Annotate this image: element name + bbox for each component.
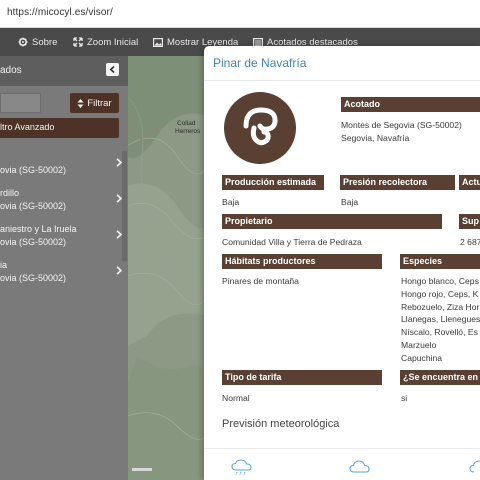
browser-address-bar[interactable]: https://micocyl.es/visor/ bbox=[0, 0, 480, 28]
propietario-header: Propietario bbox=[222, 214, 442, 229]
habitats-header: Hábitats productores bbox=[222, 254, 382, 269]
filter-button[interactable]: Filtrar bbox=[70, 93, 119, 113]
list-item-location: ovia (SG-50002) bbox=[0, 273, 67, 283]
sidebar-title: ados bbox=[0, 65, 22, 76]
expand-icon bbox=[73, 37, 83, 47]
map-view[interactable]: Collad Herreros bbox=[127, 56, 207, 480]
filter-label: Filtrar bbox=[87, 97, 112, 109]
list-item-location: ovia (SG-50002) bbox=[0, 165, 67, 175]
especie-item: Llanegas, Llenegues bbox=[401, 314, 480, 325]
detail-panel: Pinar de Navafría Acotado Montes de Sego… bbox=[204, 46, 480, 480]
especies-header: Especies bbox=[400, 254, 480, 269]
list-item-name: rdillo bbox=[0, 188, 20, 198]
produccion-header: Producción estimada bbox=[222, 175, 324, 190]
especie-item: Hongo rojo, Ceps, K bbox=[401, 288, 479, 299]
sidebar-scrollbar[interactable] bbox=[122, 151, 127, 261]
toolbar-sobre-button[interactable]: Sobre bbox=[18, 28, 57, 56]
image-icon bbox=[153, 37, 163, 47]
list-item-name: aniestro y La Iruela bbox=[0, 224, 77, 234]
toolbar-label: Sobre bbox=[32, 36, 58, 48]
acotado-location: Segovia, Navafría bbox=[341, 133, 410, 143]
tarifa-header: Tipo de tarifa bbox=[222, 370, 382, 385]
map-place-label: Collad bbox=[177, 120, 196, 127]
cloud-icon bbox=[469, 460, 480, 473]
propietario-value: Comunidad Villa y Tierra de Pedraza bbox=[222, 237, 362, 247]
cloud-icon bbox=[349, 460, 370, 473]
superficie-value: 2 687 bbox=[460, 237, 480, 247]
acotado-header: Acotado bbox=[341, 97, 480, 112]
forecast-bar bbox=[204, 448, 480, 480]
actividad-header: Actu bbox=[459, 175, 480, 190]
presion-value: Baja bbox=[341, 197, 359, 207]
chevron-left-icon bbox=[109, 66, 115, 73]
url-text[interactable]: https://micocyl.es/visor/ bbox=[7, 7, 113, 18]
presion-header: Presión recolectora bbox=[340, 175, 455, 190]
especie-item: Níscalo, Rovelló, Es bbox=[401, 327, 478, 338]
mushroom-logo-icon bbox=[224, 92, 296, 164]
habitats-value: Pinares de montaña bbox=[222, 276, 299, 286]
sidebar-header: ados bbox=[0, 56, 128, 86]
especie-item: Rebozuelo, Ziza Hor bbox=[401, 301, 480, 312]
especie-item: Marzuelo bbox=[401, 339, 437, 350]
especie-item: Capuchina bbox=[401, 352, 443, 363]
list-item-location: ovia (SG-50002) bbox=[0, 201, 67, 211]
results-sidebar: ados Filtrar ltro Avanzado ovia (SG-5000… bbox=[0, 56, 128, 480]
list-item-location: ovia (SG-50002) bbox=[0, 237, 67, 247]
encuentra-value: si bbox=[401, 393, 408, 403]
sidebar-collapse-button[interactable] bbox=[106, 63, 119, 76]
rain-cloud-icon bbox=[231, 459, 252, 476]
encuentra-header: ¿Se encuentra en l bbox=[400, 370, 480, 385]
map-place-label: Herreros bbox=[175, 128, 201, 135]
forecast-title: Previsión meteorológica bbox=[222, 418, 340, 430]
list-item-name: ia bbox=[0, 260, 8, 270]
advanced-filter-button[interactable]: ltro Avanzado bbox=[0, 118, 119, 138]
panel-title: Pinar de Navafría bbox=[213, 56, 307, 70]
divider bbox=[204, 80, 480, 81]
sort-icon bbox=[77, 98, 84, 108]
advanced-filter-label: ltro Avanzado bbox=[0, 122, 55, 132]
produccion-value: Baja bbox=[222, 197, 240, 207]
chevron-right-icon bbox=[116, 266, 122, 275]
gear-icon bbox=[18, 37, 28, 47]
acotado-name: Montes de Segovia (SG-50002) bbox=[341, 120, 462, 130]
superficie-header: Sup bbox=[459, 214, 480, 229]
search-input[interactable] bbox=[0, 93, 41, 113]
toolbar-label: Zoom Inicial bbox=[87, 36, 139, 48]
especies-list: Hongo blanco, Ceps Hongo rojo, Ceps, K R… bbox=[401, 275, 480, 365]
tarifa-value: Normal bbox=[222, 393, 250, 403]
toolbar-zoom-button[interactable]: Zoom Inicial bbox=[73, 28, 138, 56]
especie-item: Hongo blanco, Ceps bbox=[401, 276, 479, 286]
